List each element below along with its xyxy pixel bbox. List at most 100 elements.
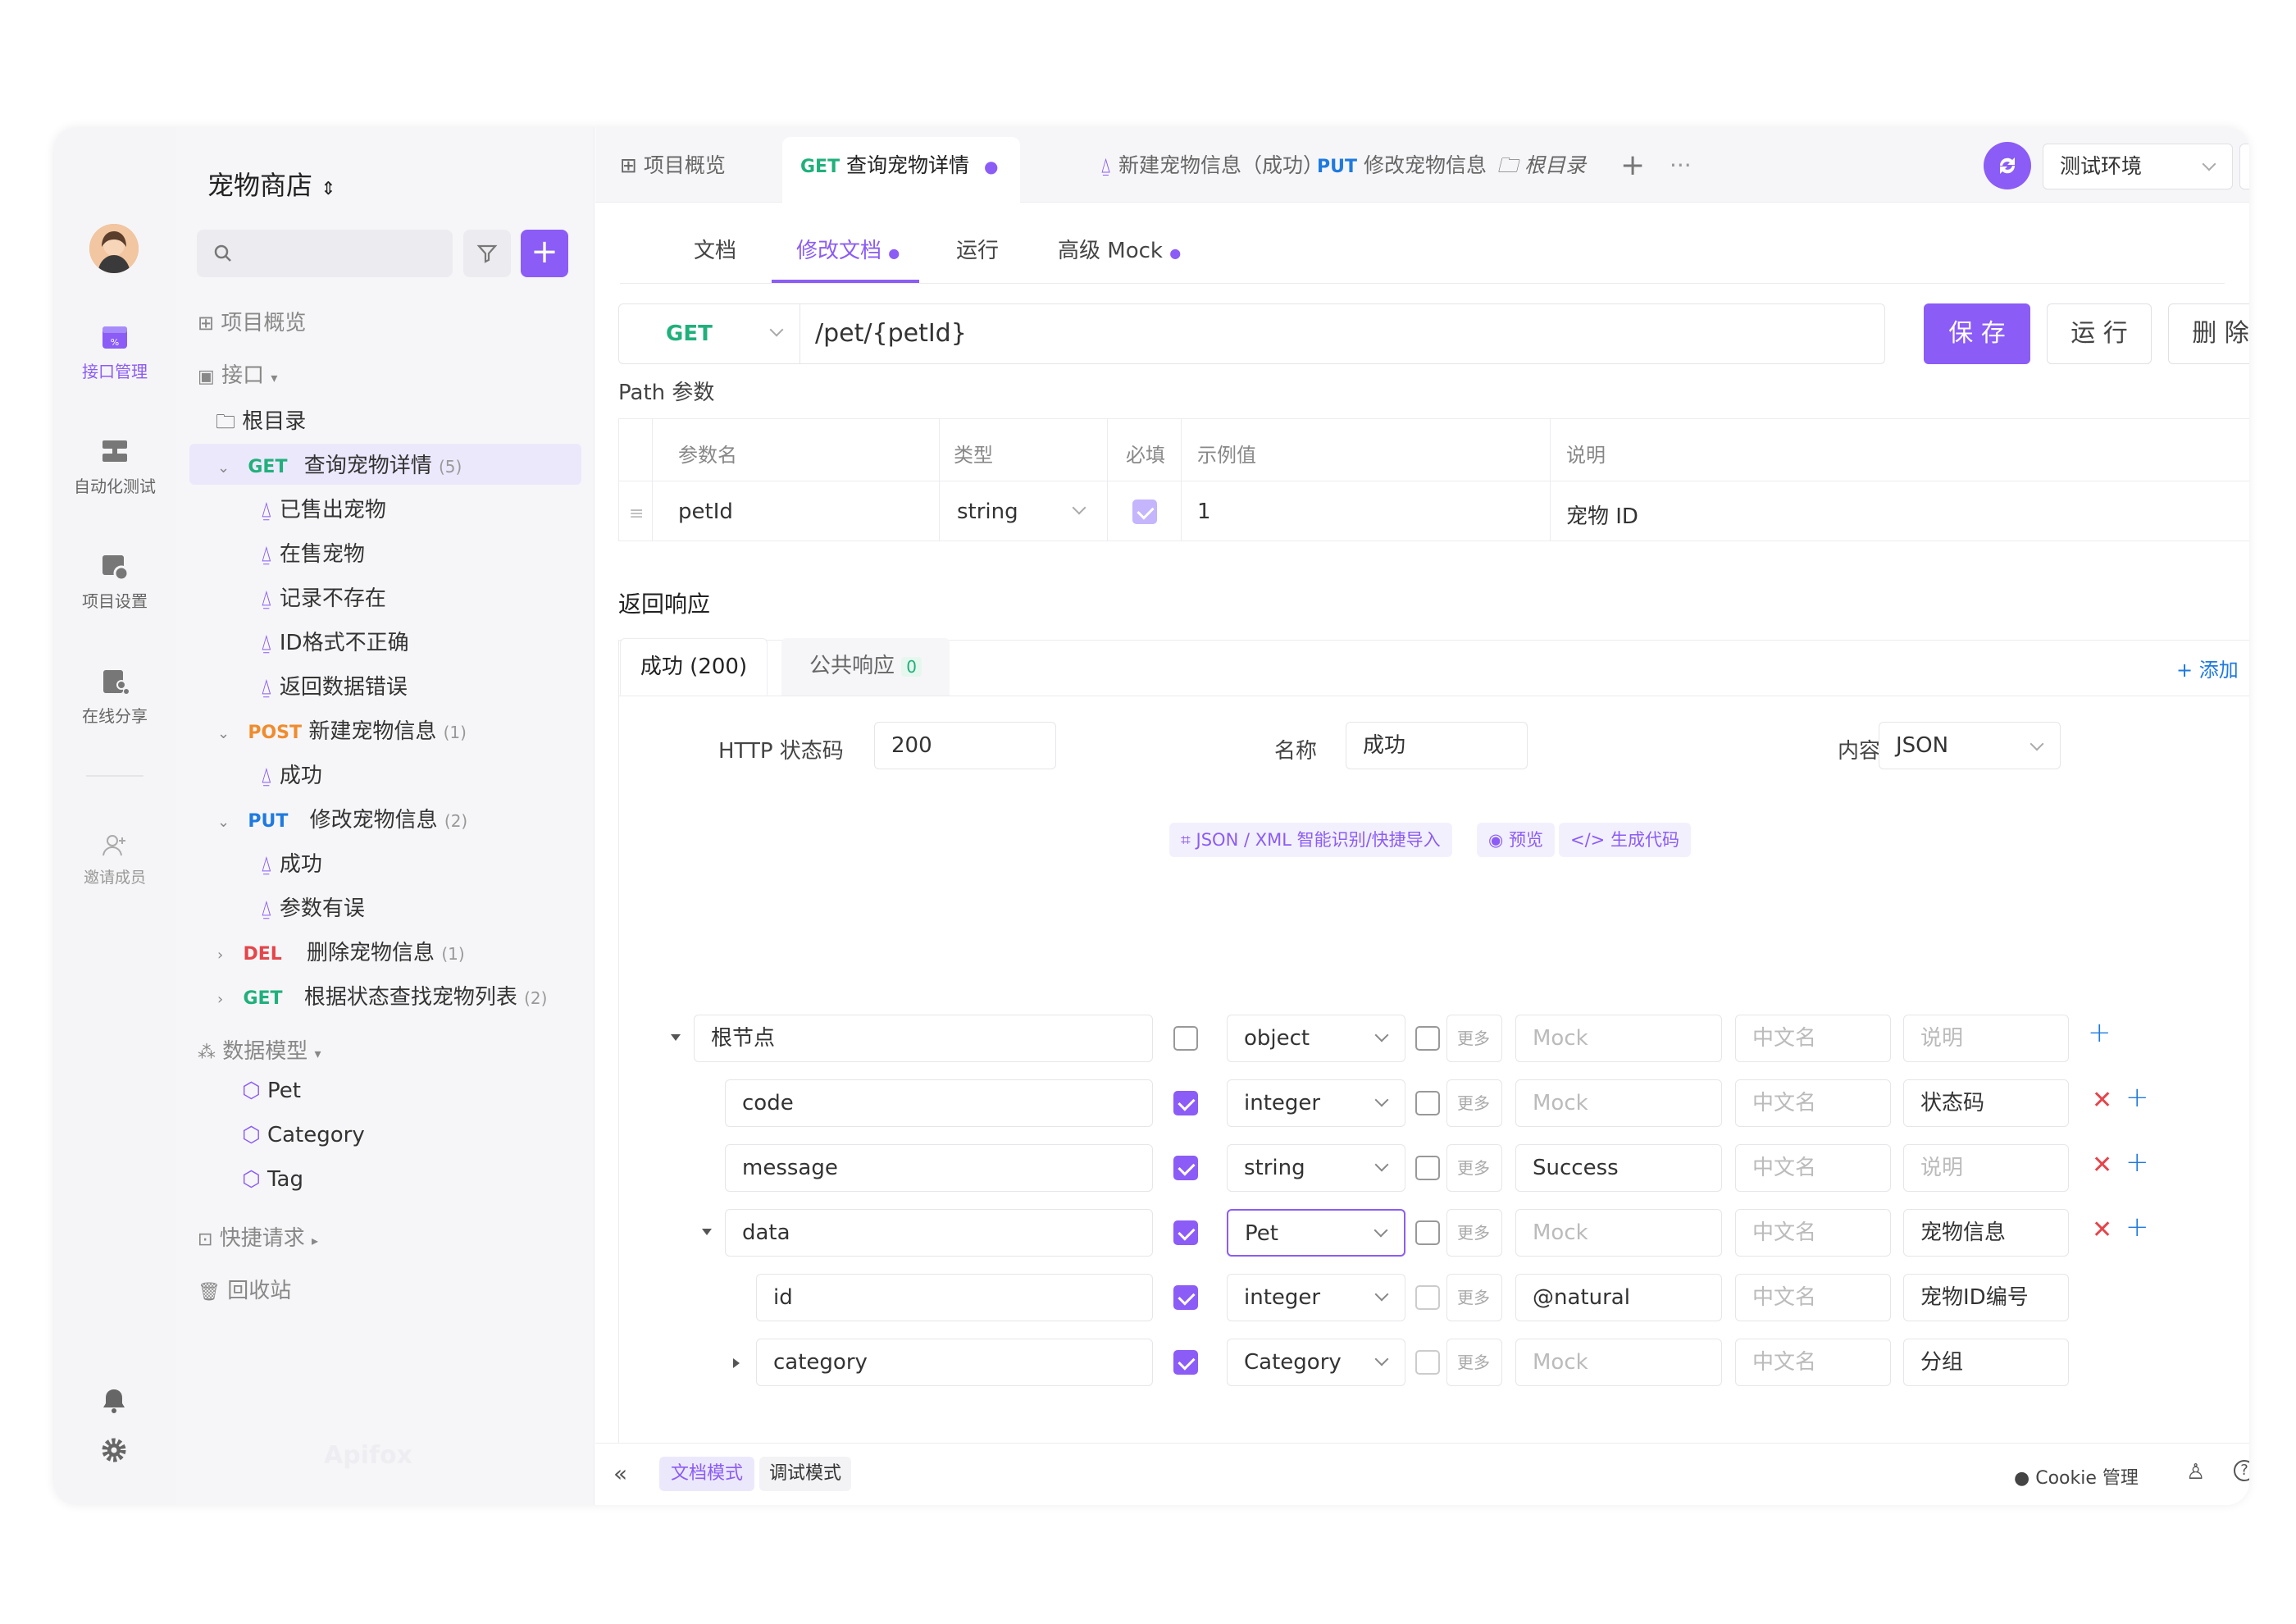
more-button[interactable]: 更多 <box>1446 1209 1502 1257</box>
sidebar-section-quick-request[interactable]: ⊡ 快捷请求 ▸ <box>198 1221 318 1252</box>
endpoint-post-create-pet[interactable]: ⌄ POST 新建宠物信息 (1) <box>217 714 467 745</box>
required-checkbox[interactable] <box>1173 1350 1198 1375</box>
chinese-name-input[interactable]: 中文名 <box>1735 1079 1891 1127</box>
endpoint-put-update-pet[interactable]: ⌄ PUT 修改宠物信息 (2) <box>217 803 467 833</box>
mock-input[interactable]: Mock <box>1515 1209 1722 1257</box>
field-name-input[interactable]: 根节点 <box>694 1015 1153 1062</box>
response-tab-common[interactable]: 公共响应 0 <box>781 638 950 696</box>
field-type-select[interactable]: object <box>1227 1015 1405 1062</box>
case-item[interactable]: ⍙ 参数有误 <box>260 892 365 922</box>
tab-put-update-pet[interactable]: PUT 修改宠物信息 <box>1317 137 1487 194</box>
collapse-sidebar-button[interactable]: « <box>613 1460 627 1487</box>
case-item[interactable]: ⍙ 记录不存在 <box>260 582 386 612</box>
caret-right-icon[interactable] <box>733 1358 740 1368</box>
subtab-run[interactable]: 运行 <box>956 234 999 264</box>
menu-button[interactable] <box>2239 144 2249 189</box>
sidebar-item-recycle-bin[interactable]: 🗑 回收站 <box>198 1274 291 1304</box>
delete-button[interactable]: 删 除 <box>2168 303 2249 364</box>
param-description[interactable]: 宠物 ID <box>1566 500 1638 530</box>
settings-button[interactable] <box>100 1436 128 1467</box>
field-type-select[interactable]: Pet <box>1227 1209 1405 1257</box>
mock-input[interactable]: Mock <box>1515 1339 1722 1386</box>
more-button[interactable]: 更多 <box>1446 1079 1502 1127</box>
debug-mode-toggle[interactable]: 调试模式 <box>759 1457 852 1491</box>
run-button[interactable]: 运 行 <box>2047 303 2152 364</box>
more-button[interactable]: 更多 <box>1446 1144 1502 1192</box>
case-item[interactable]: ⍙ 已售出宠物 <box>260 493 386 523</box>
model-item[interactable]: ⬡ Category <box>242 1123 365 1147</box>
model-item[interactable]: ⬡ Tag <box>242 1167 303 1192</box>
add-field-button[interactable]: + <box>2125 1146 2149 1179</box>
required-checkbox[interactable] <box>1173 1220 1198 1245</box>
required-checkbox[interactable] <box>1173 1156 1198 1180</box>
sidebar-section-data-models[interactable]: ⁂ 数据模型 ▾ <box>198 1034 321 1065</box>
help-icon[interactable]: ? <box>2234 1460 2249 1481</box>
cookie-manager-button[interactable]: ● Cookie 管理 <box>2014 1463 2139 1489</box>
path-input[interactable]: /pet/{petId} <box>815 303 967 364</box>
subtab-edit-doc[interactable]: 修改文档 ● <box>796 234 900 264</box>
field-type-select[interactable]: integer <box>1227 1079 1405 1127</box>
notification-button[interactable] <box>100 1387 128 1418</box>
remove-field-button[interactable]: ✕ <box>2092 1086 2112 1115</box>
nullable-checkbox[interactable] <box>1415 1350 1440 1375</box>
chinese-name-input[interactable]: 中文名 <box>1735 1144 1891 1192</box>
param-type-select[interactable]: string <box>957 500 1018 524</box>
add-response-button[interactable]: + 添加 <box>2176 654 2239 682</box>
mock-input[interactable]: Success <box>1515 1144 1722 1192</box>
sidebar-item-root[interactable]: 🗀 根目录 <box>216 404 306 441</box>
chinese-name-input[interactable]: 中文名 <box>1735 1339 1891 1386</box>
case-item[interactable]: ⍙ 成功 <box>260 759 322 789</box>
field-description-input[interactable]: 宠物信息 <box>1903 1209 2069 1257</box>
field-type-select[interactable]: string <box>1227 1144 1405 1192</box>
save-button[interactable]: 保 存 <box>1924 303 2030 364</box>
environment-select[interactable]: 测试环境 <box>2043 144 2233 189</box>
rail-automation-test[interactable]: 自动化测试 <box>53 437 176 497</box>
filter-button[interactable] <box>463 230 511 277</box>
more-tabs-button[interactable]: ··· <box>1670 137 1692 194</box>
more-button[interactable]: 更多 <box>1446 1274 1502 1321</box>
field-description-input[interactable]: 说明 <box>1903 1015 2069 1062</box>
sidebar-section-api[interactable]: ▣ 接口 ▾ <box>198 358 277 389</box>
nullable-checkbox[interactable] <box>1415 1091 1440 1115</box>
doc-mode-toggle[interactable]: 文档模式 <box>659 1457 755 1491</box>
field-type-select[interactable]: Category <box>1227 1339 1405 1386</box>
chinese-name-input[interactable]: 中文名 <box>1735 1274 1891 1321</box>
field-name-input[interactable]: category <box>756 1339 1153 1386</box>
new-tab-button[interactable]: + <box>1620 137 1645 194</box>
response-name-input[interactable]: 成功 <box>1346 722 1528 769</box>
add-button[interactable]: + <box>521 230 568 277</box>
required-checkbox[interactable] <box>1173 1285 1198 1310</box>
field-name-input[interactable]: message <box>725 1144 1153 1192</box>
tab-get-pet-detail[interactable]: GET 查询宠物详情 ● <box>782 137 1020 203</box>
generate-code-button[interactable]: </> 生成代码 <box>1559 823 1691 857</box>
param-name[interactable]: petId <box>678 500 733 524</box>
rail-online-share[interactable]: 在线分享 <box>53 667 176 727</box>
search-input[interactable] <box>197 230 453 277</box>
avatar[interactable] <box>89 224 139 273</box>
field-description-input[interactable]: 宠物ID编号 <box>1903 1274 2069 1321</box>
add-field-button[interactable]: + <box>2088 1016 2112 1049</box>
add-field-button[interactable]: + <box>2125 1081 2149 1114</box>
rail-project-settings[interactable]: 项目设置 <box>53 552 176 612</box>
shirt-icon[interactable]: ♙ <box>2186 1460 2205 1485</box>
remove-field-button[interactable]: ✕ <box>2092 1216 2112 1244</box>
case-item[interactable]: ⍙ ID格式不正确 <box>260 626 409 656</box>
required-checkbox[interactable] <box>1132 500 1157 524</box>
nullable-checkbox[interactable] <box>1415 1026 1440 1051</box>
mock-input[interactable]: Mock <box>1515 1015 1722 1062</box>
smart-import-button[interactable]: ⌗ JSON / XML 智能识别/快捷导入 <box>1169 823 1452 857</box>
method-select[interactable]: GET <box>618 303 800 364</box>
sync-button[interactable] <box>1984 142 2031 189</box>
project-switcher[interactable]: 宠物商店 ⇕ <box>207 165 336 203</box>
nullable-checkbox[interactable] <box>1415 1220 1440 1245</box>
preview-button[interactable]: ◉ 预览 <box>1477 823 1556 857</box>
field-description-input[interactable]: 分组 <box>1903 1339 2069 1386</box>
field-name-input[interactable]: data <box>725 1209 1153 1257</box>
chinese-name-input[interactable]: 中文名 <box>1735 1209 1891 1257</box>
tab-root-dir[interactable]: 🗀 根目录 <box>1497 137 1586 194</box>
field-name-input[interactable]: id <box>756 1274 1153 1321</box>
param-example[interactable]: 1 <box>1197 500 1211 524</box>
rail-api-management[interactable]: % 接口管理 <box>53 322 176 382</box>
remove-field-button[interactable]: ✕ <box>2092 1151 2112 1179</box>
more-button[interactable]: 更多 <box>1446 1015 1502 1062</box>
